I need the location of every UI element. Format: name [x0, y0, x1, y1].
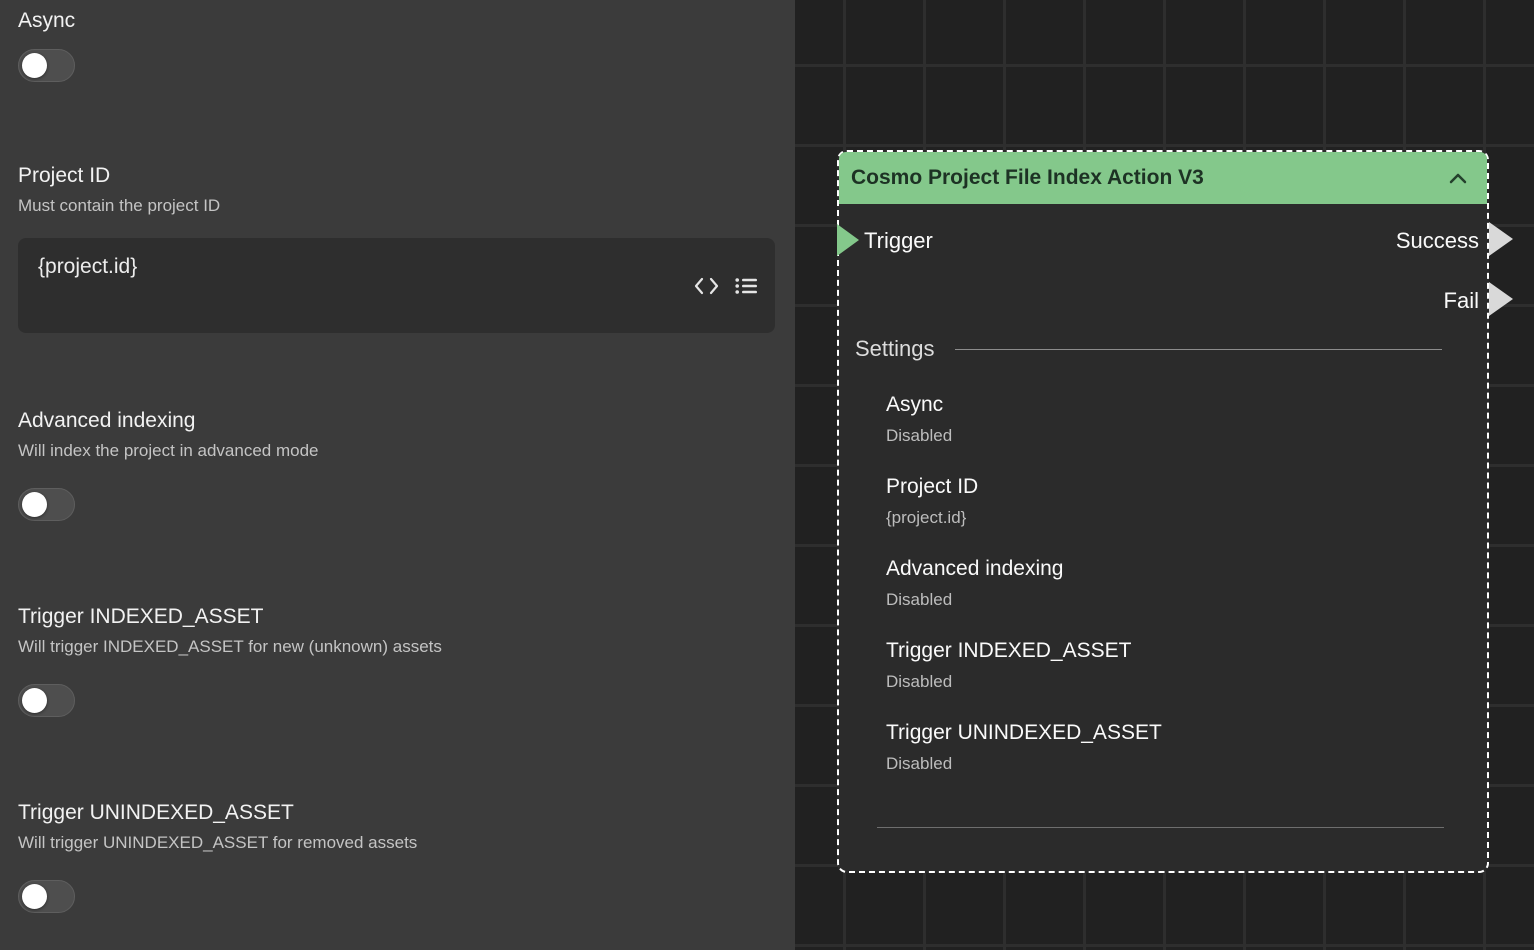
field-label-advanced-indexing: Advanced indexing — [18, 408, 775, 433]
node-bottom-divider — [877, 827, 1444, 828]
advanced-indexing-toggle[interactable] — [18, 488, 75, 521]
toggle-knob — [22, 53, 47, 78]
setting-item-async: Async Disabled — [886, 392, 1447, 446]
settings-section-header: Settings — [855, 336, 1442, 362]
field-label-project-id: Project ID — [18, 163, 775, 188]
field-advanced-indexing: Advanced indexing Will index the project… — [18, 408, 775, 521]
setting-label: Trigger UNINDEXED_ASSET — [886, 720, 1447, 745]
node-title: Cosmo Project File Index Action V3 — [851, 166, 1204, 190]
node-header[interactable]: Cosmo Project File Index Action V3 — [839, 152, 1487, 204]
setting-value: {project.id} — [886, 508, 1447, 528]
input-icon-bar — [694, 277, 757, 295]
toggle-knob — [22, 884, 47, 909]
code-icon[interactable] — [694, 277, 719, 295]
trigger-indexed-asset-toggle[interactable] — [18, 684, 75, 717]
success-port-arrow-icon[interactable] — [1489, 222, 1513, 256]
setting-item-trigger-indexed-asset: Trigger INDEXED_ASSET Disabled — [886, 638, 1447, 692]
fail-port-arrow-icon[interactable] — [1489, 282, 1513, 316]
node-card[interactable]: Cosmo Project File Index Action V3 Trigg… — [837, 150, 1489, 873]
toggle-knob — [22, 492, 47, 517]
setting-item-advanced-indexing: Advanced indexing Disabled — [886, 556, 1447, 610]
field-label-trigger-unindexed-asset: Trigger UNINDEXED_ASSET — [18, 800, 775, 825]
field-project-id: Project ID Must contain the project ID {… — [18, 163, 775, 333]
field-async: Async — [18, 8, 775, 82]
chevron-up-icon[interactable] — [1449, 166, 1467, 190]
output-port-fail: Fail — [1444, 288, 1479, 314]
node-body: Trigger Success Fail Settings Async Disa… — [839, 204, 1487, 871]
setting-label: Async — [886, 392, 1447, 417]
input-port-trigger: Trigger — [864, 228, 933, 254]
field-desc-project-id: Must contain the project ID — [18, 196, 775, 216]
setting-value: Disabled — [886, 590, 1447, 610]
output-port-success: Success — [1396, 228, 1479, 254]
field-trigger-unindexed-asset: Trigger UNINDEXED_ASSET Will trigger UNI… — [18, 800, 775, 913]
setting-label: Project ID — [886, 474, 1447, 499]
setting-value: Disabled — [886, 426, 1447, 446]
toggle-knob — [22, 688, 47, 713]
setting-value: Disabled — [886, 672, 1447, 692]
field-desc-trigger-unindexed-asset: Will trigger UNINDEXED_ASSET for removed… — [18, 833, 775, 853]
settings-list: Async Disabled Project ID {project.id} A… — [886, 392, 1447, 802]
field-desc-advanced-indexing: Will index the project in advanced mode — [18, 441, 775, 461]
field-label-async: Async — [18, 8, 775, 33]
field-desc-trigger-indexed-asset: Will trigger INDEXED_ASSET for new (unkn… — [18, 637, 775, 657]
field-label-trigger-indexed-asset: Trigger INDEXED_ASSET — [18, 604, 775, 629]
field-trigger-indexed-asset: Trigger INDEXED_ASSET Will trigger INDEX… — [18, 604, 775, 717]
settings-divider — [955, 349, 1443, 350]
trigger-unindexed-asset-toggle[interactable] — [18, 880, 75, 913]
setting-item-project-id: Project ID {project.id} — [886, 474, 1447, 528]
settings-title: Settings — [855, 336, 935, 362]
async-toggle[interactable] — [18, 49, 75, 82]
config-panel: Async Project ID Must contain the projec… — [0, 0, 795, 950]
setting-item-trigger-unindexed-asset: Trigger UNINDEXED_ASSET Disabled — [886, 720, 1447, 774]
setting-label: Trigger INDEXED_ASSET — [886, 638, 1447, 663]
node-canvas[interactable]: Cosmo Project File Index Action V3 Trigg… — [795, 0, 1534, 950]
setting-value: Disabled — [886, 754, 1447, 774]
list-icon[interactable] — [735, 277, 757, 295]
setting-label: Advanced indexing — [886, 556, 1447, 581]
input-port-arrow-icon[interactable] — [837, 224, 859, 256]
project-id-value: {project.id} — [38, 255, 755, 279]
project-id-input[interactable]: {project.id} — [18, 238, 775, 333]
